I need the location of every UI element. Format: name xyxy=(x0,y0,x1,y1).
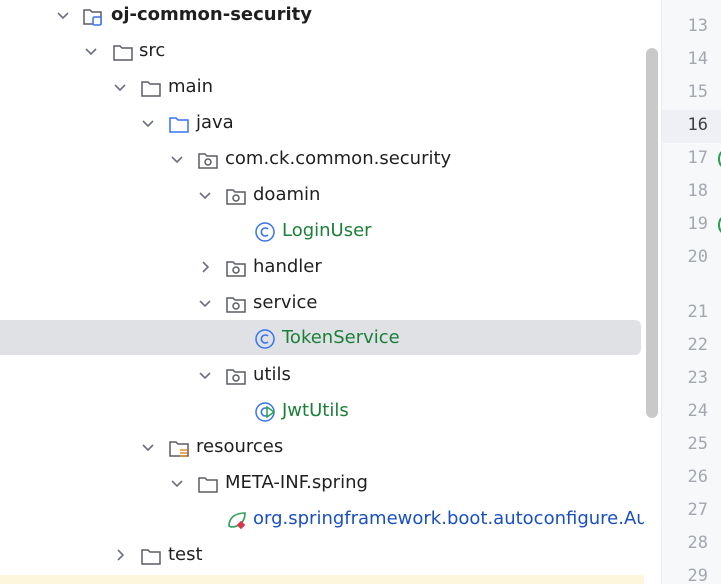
line-number: 19 xyxy=(687,214,708,234)
chevron-right-icon[interactable] xyxy=(197,259,213,275)
line-number: 18 xyxy=(687,181,708,201)
tree-item-test[interactable]: test xyxy=(0,538,646,574)
class-icon xyxy=(255,222,275,242)
editor-gutter: 13 14 15 16 17 18 19 20 21 22 23 24 25 2… xyxy=(661,0,721,586)
tree-item-doamin[interactable]: doamin xyxy=(0,178,646,214)
tree-item-loginuser[interactable]: LoginUser xyxy=(0,214,646,250)
tree-item-label: doamin xyxy=(253,184,321,205)
package-icon xyxy=(226,369,246,385)
runnable-class-icon xyxy=(255,402,276,422)
line-number: 24 xyxy=(687,401,708,421)
package-icon xyxy=(226,261,246,277)
chevron-down-icon[interactable] xyxy=(83,43,99,59)
folder-icon xyxy=(141,81,161,97)
line-number: 13 xyxy=(687,16,708,36)
line-number: 26 xyxy=(687,467,708,487)
tree-item-label: com.ck.common.security xyxy=(225,148,452,169)
line-number: 14 xyxy=(687,49,708,69)
chevron-down-icon[interactable] xyxy=(197,295,213,311)
tree-item-src[interactable]: src xyxy=(0,34,646,70)
tree-item-label: handler xyxy=(253,256,322,277)
tree-item-label: service xyxy=(253,292,318,313)
tree-item-utils[interactable]: utils xyxy=(0,358,646,394)
chevron-down-icon[interactable] xyxy=(140,115,156,131)
line-number: 17 xyxy=(687,148,708,168)
tree-item-service[interactable]: service xyxy=(0,286,646,322)
tree-item-oj-common-security[interactable]: oj-common-security xyxy=(0,0,646,34)
tree-item-tokenservice[interactable]: TokenService xyxy=(0,321,646,357)
chevron-down-icon[interactable] xyxy=(55,7,71,23)
tree-item-label: main xyxy=(168,76,213,97)
tree-item-label: org.springframework.boot.autoconfigure.A… xyxy=(253,508,646,529)
chevron-down-icon[interactable] xyxy=(140,439,156,455)
module-icon xyxy=(83,9,102,26)
tree-item-handler[interactable]: handler xyxy=(0,250,646,286)
chevron-down-icon[interactable] xyxy=(197,367,213,383)
line-number: 27 xyxy=(687,500,708,520)
chevron-right-icon[interactable] xyxy=(112,547,128,563)
folder-icon xyxy=(198,477,218,493)
chevron-down-icon[interactable] xyxy=(169,151,185,167)
line-number: 20 xyxy=(687,247,708,267)
tree-item-label: JwtUtils xyxy=(282,400,349,421)
folder-icon xyxy=(113,45,133,61)
tree-item-package-root[interactable]: com.ck.common.security xyxy=(0,142,646,178)
line-number-active: 16 xyxy=(687,115,708,135)
package-icon xyxy=(198,153,218,169)
tree-item-jwtutils[interactable]: JwtUtils xyxy=(0,394,646,430)
line-number: 21 xyxy=(687,302,708,322)
tree-item-label: META-INF.spring xyxy=(225,472,368,493)
tree-item-label: oj-common-security xyxy=(111,4,312,25)
partially-visible-row xyxy=(0,575,645,584)
package-icon xyxy=(226,189,246,205)
tree-item-label: TokenService xyxy=(282,327,400,348)
tree-item-meta-inf-spring[interactable]: META-INF.spring xyxy=(0,466,646,502)
spring-leaf-icon xyxy=(228,512,246,530)
line-number: 23 xyxy=(687,368,708,388)
tree-item-main[interactable]: main xyxy=(0,70,646,106)
chevron-down-icon[interactable] xyxy=(169,475,185,491)
scrollbar-thumb[interactable] xyxy=(646,48,658,418)
tree-item-autoconfigure-imports[interactable]: org.springframework.boot.autoconfigure.A… xyxy=(0,502,646,538)
tree-item-label: test xyxy=(168,544,203,565)
tree-item-label: src xyxy=(139,40,166,61)
line-number: 25 xyxy=(687,434,708,454)
resources-folder-icon xyxy=(169,441,189,457)
tree-item-java[interactable]: java xyxy=(0,106,646,142)
source-folder-icon xyxy=(169,117,189,133)
project-tree: oj-common-security src main java com.ck.… xyxy=(0,0,646,584)
tree-item-resources[interactable]: resources xyxy=(0,430,646,466)
tree-item-label: utils xyxy=(253,364,291,385)
line-number: 22 xyxy=(687,335,708,355)
chevron-down-icon[interactable] xyxy=(197,187,213,203)
folder-icon xyxy=(141,549,161,565)
tree-item-label: LoginUser xyxy=(282,220,372,241)
package-icon xyxy=(226,297,246,313)
line-number: 29 xyxy=(687,566,708,586)
chevron-down-icon[interactable] xyxy=(112,79,128,95)
tree-item-label: java xyxy=(196,112,234,133)
line-number: 15 xyxy=(687,82,708,102)
class-icon xyxy=(255,329,275,349)
line-number: 28 xyxy=(687,533,708,553)
tree-item-label: resources xyxy=(196,436,284,457)
